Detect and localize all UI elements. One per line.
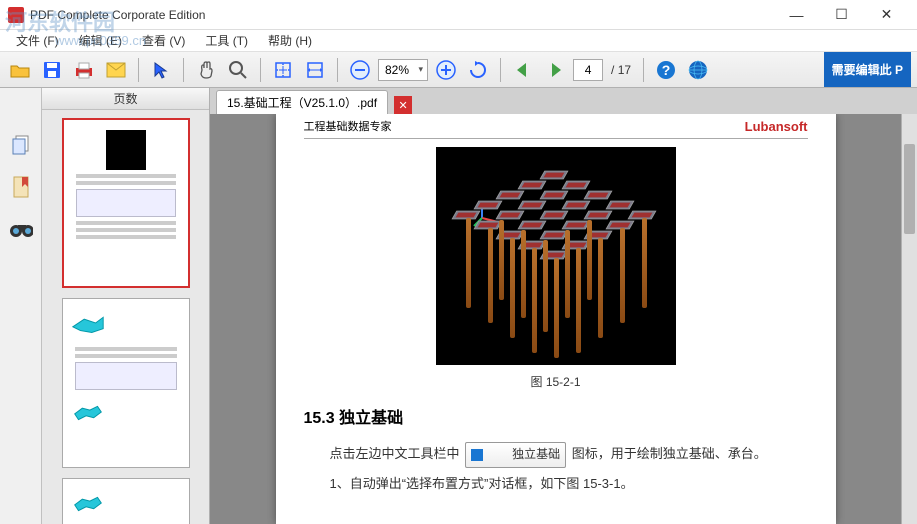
- print-button[interactable]: [70, 56, 98, 84]
- floppy-icon: [42, 60, 62, 80]
- separator: [138, 58, 139, 82]
- fit-page-button[interactable]: [269, 56, 297, 84]
- document-viewer: 15.基础工程（V25.1.0）.pdf ✕ 工程基础数据专家 Lubansof…: [210, 88, 917, 524]
- page-scroll-area[interactable]: 工程基础数据专家 Lubansoft: [210, 114, 901, 524]
- page-number-input[interactable]: [573, 59, 603, 81]
- pages-icon: [10, 134, 32, 156]
- page-header: 工程基础数据专家 Lubansoft: [304, 114, 808, 139]
- minus-circle-icon: [349, 59, 371, 81]
- thumbnails-list[interactable]: [42, 110, 209, 524]
- figure-caption: 图 15-2-1: [304, 373, 808, 390]
- paragraph-1: 点击左边中文工具栏中 独立基础 图标，用于绘制独立基础、承台。: [304, 442, 808, 468]
- document-tab-close[interactable]: ✕: [394, 96, 412, 114]
- cursor-icon: [152, 61, 170, 79]
- hand-icon: [196, 60, 216, 80]
- paragraph-2: 1、自动弹出“选择布置方式”对话框，如下图 15-3-1。: [304, 472, 808, 495]
- folder-open-icon: [9, 60, 31, 80]
- foundation-icon: [471, 449, 483, 461]
- email-button[interactable]: [102, 56, 130, 84]
- page-header-left: 工程基础数据专家: [304, 118, 392, 134]
- minimize-button[interactable]: —: [774, 0, 819, 30]
- separator: [183, 58, 184, 82]
- titlebar: PDF Complete Corporate Edition — ☐ ✕: [0, 0, 917, 30]
- thumbnail-page-5[interactable]: [62, 298, 190, 468]
- document-tabs: 15.基础工程（V25.1.0）.pdf ✕: [210, 88, 917, 114]
- edit-banner[interactable]: 需要编辑此 P: [824, 52, 911, 87]
- zoom-tool[interactable]: [224, 56, 252, 84]
- open-button[interactable]: [6, 56, 34, 84]
- arrow-left-icon: [512, 60, 534, 80]
- maximize-button[interactable]: ☐: [819, 0, 864, 30]
- web-button[interactable]: [684, 56, 712, 84]
- content-area: 页数: [0, 88, 917, 524]
- section-heading: 15.3 独立基础: [304, 404, 808, 428]
- fit-width-icon: [305, 60, 325, 80]
- inline-button-label: 独立基础: [486, 444, 560, 466]
- thumbnail-page-6[interactable]: [62, 478, 190, 524]
- binoculars-icon: [9, 219, 33, 239]
- zoom-value: 82%: [385, 63, 409, 77]
- printer-icon: [73, 60, 95, 80]
- separator: [337, 58, 338, 82]
- pdf-page: 工程基础数据专家 Lubansoft: [276, 114, 836, 524]
- separator: [260, 58, 261, 82]
- select-tool[interactable]: [147, 56, 175, 84]
- separator: [500, 58, 501, 82]
- menubar: 文件 (F) 编辑 (E) 查看 (V) 工具 (T) 帮助 (H): [0, 30, 917, 52]
- svg-text:?: ?: [662, 62, 671, 78]
- fit-page-icon: [273, 60, 293, 80]
- paragraph-1a: 点击左边中文工具栏中: [330, 446, 460, 461]
- left-strip: [0, 88, 42, 524]
- figure-3d-model: [436, 147, 676, 365]
- document-tab[interactable]: 15.基础工程（V25.1.0）.pdf: [216, 90, 388, 114]
- vertical-scrollbar[interactable]: [901, 114, 917, 524]
- document-tab-title: 15.基础工程（V25.1.0）.pdf: [227, 94, 377, 111]
- next-page-button[interactable]: [541, 56, 569, 84]
- thumbnails-header: 页数: [42, 88, 209, 110]
- page-total-label: / 17: [607, 63, 635, 77]
- search-panel-button[interactable]: [9, 217, 33, 241]
- thumbnails-panel: 页数: [42, 88, 210, 524]
- rotate-icon: [467, 59, 489, 81]
- help-icon: ?: [655, 59, 677, 81]
- scrollbar-thumb[interactable]: [904, 144, 915, 234]
- app-icon: [8, 7, 24, 23]
- window-title: PDF Complete Corporate Edition: [30, 8, 774, 22]
- fit-width-button[interactable]: [301, 56, 329, 84]
- magnifier-icon: [228, 60, 248, 80]
- menu-file[interactable]: 文件 (F): [6, 30, 69, 51]
- zoom-combo[interactable]: 82%: [378, 59, 428, 81]
- bookmark-icon: [11, 175, 31, 199]
- separator: [643, 58, 644, 82]
- thumbnail-page-4[interactable]: [62, 118, 190, 288]
- menu-edit[interactable]: 编辑 (E): [69, 30, 132, 51]
- menu-view[interactable]: 查看 (V): [132, 30, 195, 51]
- arrow-right-icon: [544, 60, 566, 80]
- menu-tools[interactable]: 工具 (T): [195, 30, 258, 51]
- paragraph-1b: 图标，用于绘制独立基础、承台。: [572, 446, 767, 461]
- pages-panel-button[interactable]: [9, 133, 33, 157]
- plus-circle-icon: [435, 59, 457, 81]
- prev-page-button[interactable]: [509, 56, 537, 84]
- zoom-out-button[interactable]: [346, 56, 374, 84]
- toolbar: 82% / 17 ? 需要编辑此 P: [0, 52, 917, 88]
- menu-help[interactable]: 帮助 (H): [258, 30, 322, 51]
- mail-icon: [106, 62, 126, 78]
- zoom-in-button[interactable]: [432, 56, 460, 84]
- globe-icon: [687, 59, 709, 81]
- close-button[interactable]: ✕: [864, 0, 909, 30]
- hand-tool[interactable]: [192, 56, 220, 84]
- inline-toolbar-button: 独立基础: [465, 442, 566, 468]
- rotate-button[interactable]: [464, 56, 492, 84]
- page-header-brand: Lubansoft: [745, 119, 808, 134]
- save-button[interactable]: [38, 56, 66, 84]
- help-button[interactable]: ?: [652, 56, 680, 84]
- bookmarks-panel-button[interactable]: [9, 175, 33, 199]
